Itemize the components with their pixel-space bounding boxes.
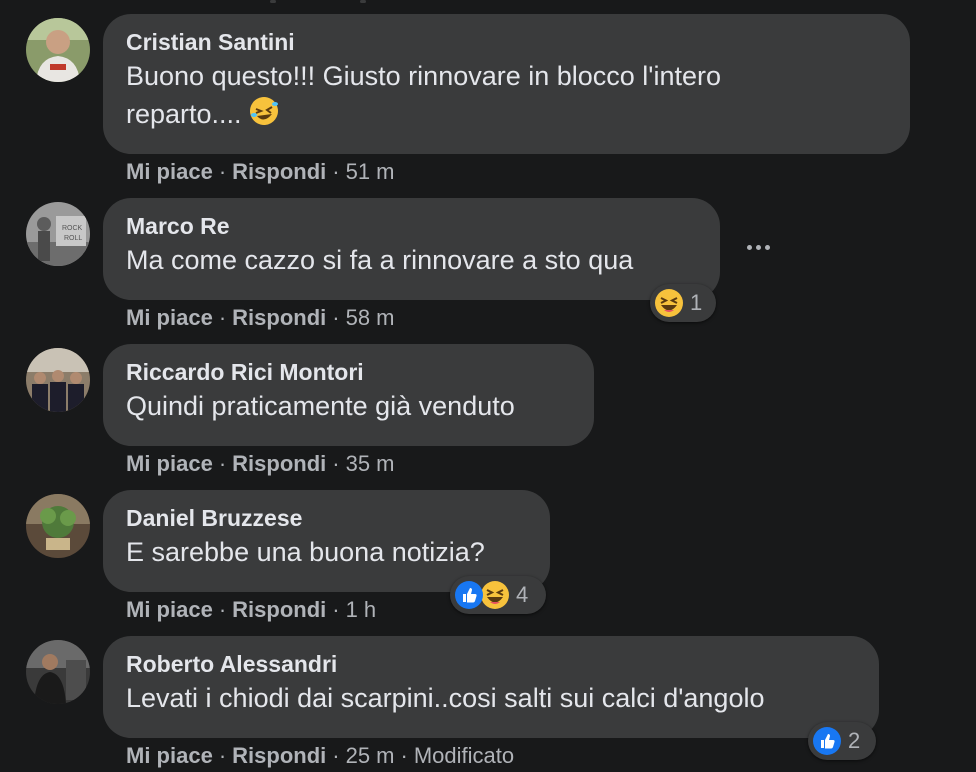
- comment-time[interactable]: 51 m: [346, 159, 395, 184]
- like-reaction-icon: [454, 580, 484, 610]
- comment-time[interactable]: 35 m: [346, 451, 395, 476]
- comment-author[interactable]: Riccardo Rici Montori: [126, 357, 570, 387]
- separator: ·: [218, 305, 227, 330]
- separator: ·: [218, 159, 227, 184]
- reply-action[interactable]: Rispondi: [232, 597, 326, 622]
- like-action[interactable]: Mi piace: [126, 159, 213, 184]
- comment-actions: Mi piace · Rispondi · 58 m: [126, 304, 395, 332]
- reaction-count: 2: [848, 728, 861, 753]
- reaction-summary[interactable]: 1: [650, 284, 716, 322]
- separator: ·: [218, 743, 227, 768]
- partial-row-top: [0, 0, 976, 6]
- reaction-summary[interactable]: 4: [450, 576, 546, 614]
- comment-author[interactable]: Cristian Santini: [126, 27, 886, 57]
- haha-reaction-icon: [480, 580, 510, 610]
- comment-author[interactable]: Roberto Alessandri: [126, 649, 855, 679]
- more-options-button[interactable]: [742, 231, 774, 263]
- separator: ·: [400, 743, 408, 768]
- comment-author[interactable]: Daniel Bruzzese: [126, 503, 526, 533]
- like-action[interactable]: Mi piace: [126, 597, 213, 622]
- reply-action[interactable]: Rispondi: [232, 305, 326, 330]
- avatar[interactable]: [26, 18, 90, 82]
- comment-time[interactable]: 1 h: [346, 597, 377, 622]
- avatar[interactable]: [26, 640, 90, 704]
- comment-text: Levati i chiodi dai scarpini..cosi salti…: [126, 683, 765, 713]
- comment-bubble: Roberto Alessandri Levati i chiodi dai s…: [103, 636, 879, 738]
- dot-icon: [764, 244, 770, 250]
- comment-text: Buono questo!!! Giusto rinnovare in bloc…: [126, 57, 886, 137]
- comment-time[interactable]: 25 m: [346, 743, 395, 768]
- like-action[interactable]: Mi piace: [126, 451, 213, 476]
- edited-label[interactable]: Modificato: [414, 743, 514, 768]
- reply-action[interactable]: Rispondi: [232, 159, 326, 184]
- comment-bubble: Cristian Santini Buono questo!!! Giusto …: [103, 14, 910, 154]
- comment-actions: Mi piace · Rispondi · 25 m · Modificato: [126, 742, 514, 770]
- like-action[interactable]: Mi piace: [126, 743, 213, 768]
- comment-text: E sarebbe una buona notizia?: [126, 537, 485, 567]
- separator: ·: [332, 597, 340, 622]
- dot-icon: [755, 244, 761, 250]
- separator: ·: [332, 743, 340, 768]
- svg-text:ROCK: ROCK: [62, 225, 83, 232]
- dot-icon: [746, 244, 752, 250]
- reply-action[interactable]: Rispondi: [232, 743, 326, 768]
- rolling-laughing-emoji-icon: [248, 95, 280, 137]
- comment-text-line1: Buono questo!!! Giusto rinnovare in bloc…: [126, 61, 722, 91]
- reaction-count: 1: [690, 290, 703, 315]
- comment-actions: Mi piace · Rispondi · 1 h: [126, 596, 376, 624]
- comment-text: Quindi praticamente già venduto: [126, 391, 515, 421]
- comment-bubble: Marco Re Ma come cazzo si fa a rinnovare…: [103, 198, 720, 300]
- avatar[interactable]: ROCK ROLL: [26, 202, 90, 266]
- comment-actions: Mi piace · Rispondi · 51 m: [126, 158, 395, 186]
- separator: ·: [218, 597, 227, 622]
- avatar[interactable]: [26, 348, 90, 412]
- like-reaction-icon: [812, 726, 842, 756]
- separator: ·: [218, 451, 227, 476]
- comment-text: Ma come cazzo si fa a rinnovare a sto qu…: [126, 245, 634, 275]
- reaction-count: 4: [516, 582, 529, 607]
- separator: ·: [332, 451, 340, 476]
- like-action[interactable]: Mi piace: [126, 305, 213, 330]
- comment-actions: Mi piace · Rispondi · 35 m: [126, 450, 395, 478]
- avatar[interactable]: [26, 494, 90, 558]
- separator: ·: [332, 305, 340, 330]
- reaction-summary[interactable]: 2: [808, 722, 876, 760]
- reply-action[interactable]: Rispondi: [232, 451, 326, 476]
- comment-time[interactable]: 58 m: [346, 305, 395, 330]
- svg-text:ROLL: ROLL: [64, 235, 82, 242]
- comment-text-line2: reparto....: [126, 99, 242, 130]
- comment-author[interactable]: Marco Re: [126, 211, 696, 241]
- haha-reaction-icon: [654, 288, 684, 318]
- comment-bubble: Riccardo Rici Montori Quindi praticament…: [103, 344, 594, 446]
- separator: ·: [332, 159, 340, 184]
